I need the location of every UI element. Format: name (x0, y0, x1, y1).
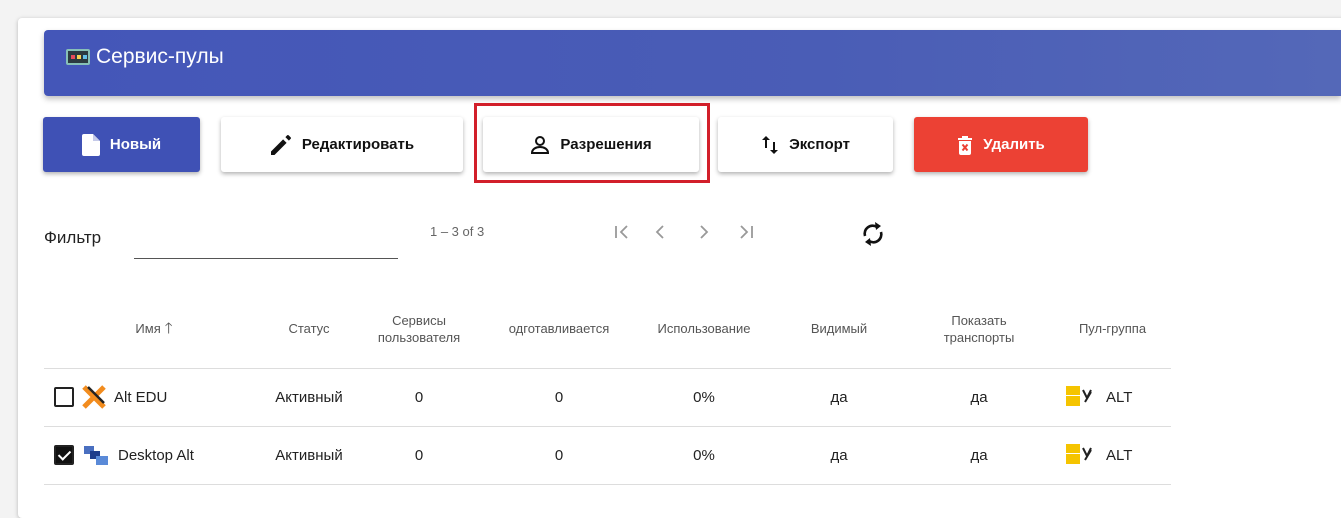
delete-button[interactable]: Удалить (914, 117, 1088, 172)
cell-preparing: 0 (484, 368, 634, 427)
column-name-label: Имя (135, 321, 161, 337)
row-pool-group: ALT (1106, 446, 1133, 464)
column-user-services-line1: Сервисы (392, 312, 446, 328)
row-name: Alt EDU (114, 388, 168, 406)
basealt-logo-icon (1066, 444, 1092, 464)
cell-usage: 0% (634, 426, 774, 485)
edit-button[interactable]: Редактировать (221, 117, 463, 172)
cell-visible: да (774, 426, 904, 485)
column-show-transports[interactable]: Показать транспорты (904, 290, 1054, 369)
export-button-label: Экспорт (789, 136, 850, 153)
page-header: Сервис-пулы (44, 30, 1341, 96)
column-show-transports-line2: транспорты (943, 329, 1015, 345)
cell-pool-group: ALT (1054, 426, 1171, 485)
cell-show-transports: да (904, 426, 1054, 485)
alt-edu-icon (82, 385, 106, 409)
last-page-icon[interactable] (736, 222, 756, 242)
column-usage[interactable]: Использование (634, 290, 774, 369)
cell-usage: 0% (634, 368, 774, 427)
filter-input[interactable] (134, 228, 398, 256)
cell-pool-group: ALT (1054, 368, 1171, 427)
cell-user-services: 0 (354, 426, 484, 485)
next-page-icon[interactable] (694, 222, 714, 242)
sort-ascending-icon[interactable]: 🡑 (165, 320, 173, 337)
column-name[interactable]: Имя 🡑 (44, 290, 264, 369)
cell-status: Активный (264, 426, 354, 485)
column-status-label: Статус (288, 321, 330, 337)
pencil-icon (270, 134, 291, 155)
column-visible-label: Видимый (810, 321, 868, 337)
cell-show-transports: да (904, 368, 1054, 427)
row-checkbox[interactable] (54, 387, 74, 407)
trash-icon (958, 135, 973, 155)
column-show-transports-line1: Показать (951, 312, 1007, 328)
permissions-button[interactable]: Разрешения (483, 117, 699, 172)
file-icon (81, 133, 100, 156)
row-name: Desktop Alt (118, 446, 194, 464)
column-status[interactable]: Статус (264, 290, 354, 369)
cell-status: Активный (264, 368, 354, 427)
column-user-services-line2: пользователя (377, 329, 461, 345)
column-visible[interactable]: Видимый (774, 290, 904, 369)
cell-preparing: 0 (484, 426, 634, 485)
column-usage-label: Использование (657, 321, 751, 337)
service-pools-icon (66, 49, 90, 65)
table-header-row: Имя 🡑 Статус Сервисы пользователя одготавл… (44, 290, 1171, 369)
export-button[interactable]: Экспорт (718, 117, 893, 172)
edit-button-label: Редактировать (301, 136, 415, 153)
basealt-logo-icon (1066, 386, 1092, 406)
filter-label: Фильтр (44, 228, 102, 247)
cell-user-services: 0 (354, 368, 484, 427)
column-pool-group-label: Пул-группа (1078, 321, 1147, 337)
column-user-services[interactable]: Сервисы пользователя (354, 290, 484, 369)
new-button-label: Новый (109, 136, 162, 153)
permissions-button-label: Разрешения (560, 136, 652, 153)
refresh-icon[interactable] (860, 220, 886, 253)
page-title: Сервис-пулы (66, 45, 224, 69)
first-page-icon[interactable] (612, 222, 632, 242)
table-row[interactable]: Alt EDU Активный 0 0 0% да да ALT (44, 368, 1171, 427)
column-preparing-label: одготавливается (508, 321, 610, 337)
import-export-icon (762, 135, 779, 154)
prev-page-icon[interactable] (650, 222, 670, 242)
row-pool-group: ALT (1106, 388, 1133, 406)
desktop-alt-icon (84, 446, 108, 465)
row-checkbox[interactable] (54, 445, 74, 465)
delete-button-label: Удалить (983, 136, 1045, 153)
service-pools-table: Имя 🡑 Статус Сервисы пользователя одготавл… (44, 290, 1171, 485)
cell-name: Alt EDU (44, 368, 264, 427)
page-title-text: Сервис-пулы (96, 45, 224, 68)
user-icon (531, 135, 550, 154)
pagination-range: 1 – 3 of 3 (430, 224, 485, 239)
filter-underline (134, 258, 398, 259)
column-preparing[interactable]: одготавливается (484, 290, 634, 369)
new-button[interactable]: Новый (43, 117, 200, 172)
cell-name: Desktop Alt (44, 426, 264, 485)
column-pool-group[interactable]: Пул-группа (1054, 290, 1171, 369)
cell-visible: да (774, 368, 904, 427)
table-row[interactable]: Desktop Alt Активный 0 0 0% да да ALT (44, 426, 1171, 485)
